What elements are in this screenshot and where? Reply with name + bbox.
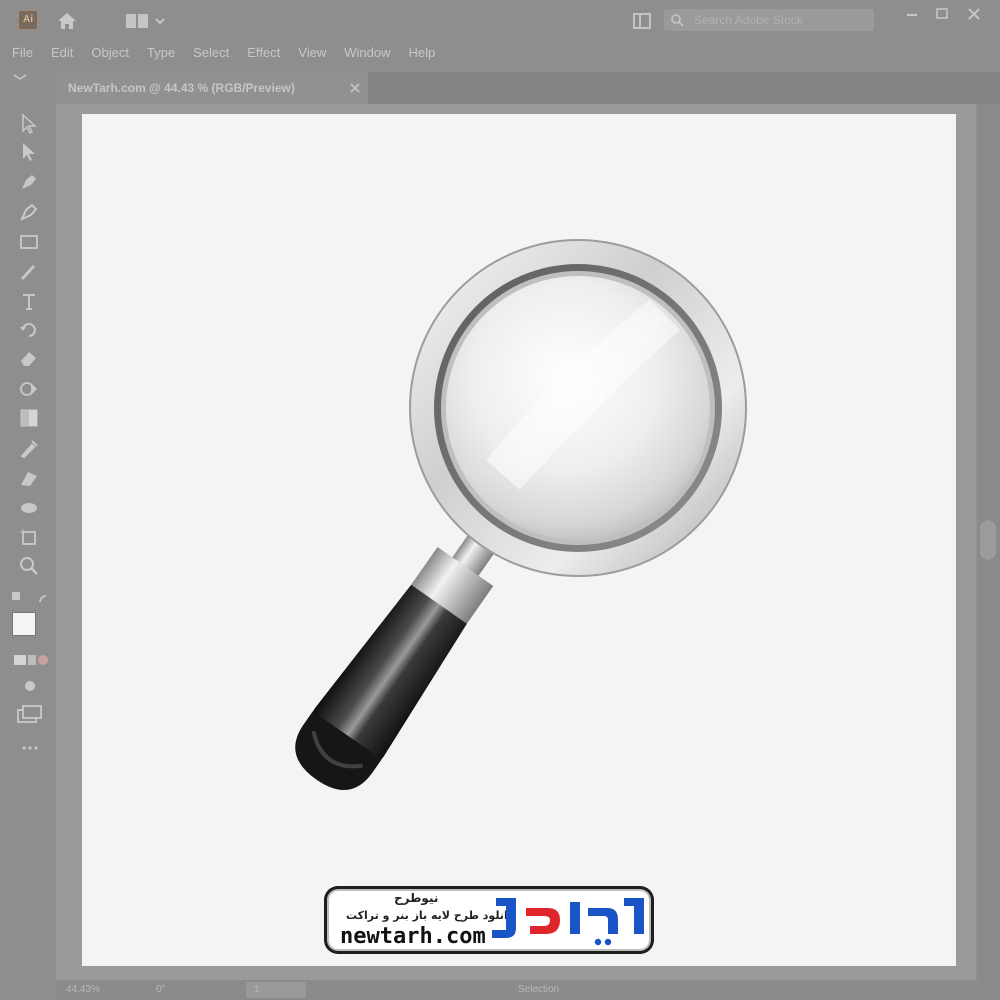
artboard-navigator[interactable]: 1 [246, 982, 306, 998]
zoom-level[interactable]: 44.43% [66, 984, 100, 995]
rotation-readout[interactable]: 0° [156, 984, 166, 995]
magnifying-glass-illustration [295, 239, 747, 791]
current-tool-label: Selection [518, 984, 560, 995]
watermark-url: newtarh.com [340, 924, 486, 949]
artboard-number: 1 [254, 984, 260, 995]
watermark-brand: نیوطرح [394, 891, 439, 905]
status-bar: 44.43% 0° 1 Selection [56, 980, 1000, 1000]
newtarh-logo [492, 898, 644, 946]
